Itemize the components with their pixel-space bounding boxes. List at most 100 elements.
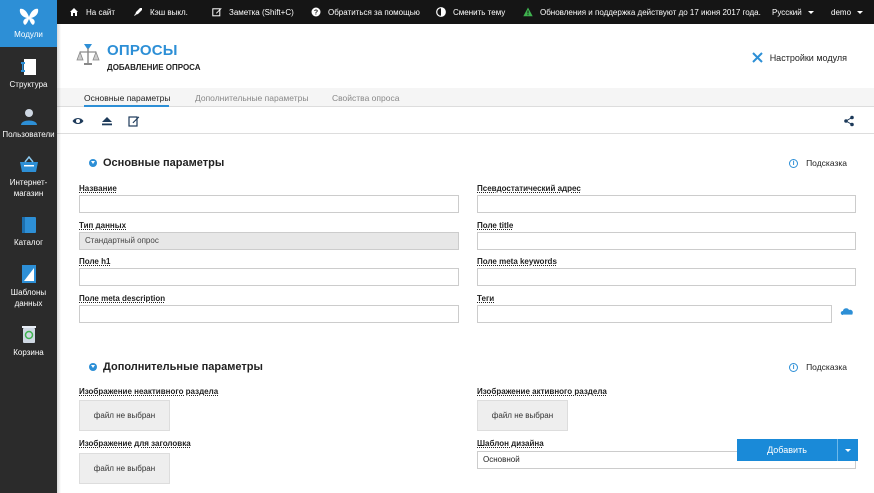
updates-notice[interactable]: Обновления и поддержка действуют до 17 и… [523, 0, 761, 24]
updates-label: Обновления и поддержка действуют до 17 и… [540, 7, 761, 17]
tab-additional-params[interactable]: Дополнительные параметры [195, 93, 308, 103]
top-bar: На сайт Кэш выкл. Заметка (Shift+C) ? Об… [0, 0, 874, 24]
tag-cloud-icon[interactable] [840, 307, 854, 317]
language-label: Русский [772, 7, 802, 17]
sidebar-item-label: Каталог [13, 238, 44, 247]
wrench-tools-icon [751, 52, 763, 63]
hint-label: Подсказка [806, 362, 847, 372]
add-button[interactable]: Добавить [737, 439, 837, 461]
tabs-bar: Основные параметры Дополнительные параме… [57, 88, 874, 107]
theme-icon [436, 7, 446, 17]
title-input[interactable] [477, 232, 856, 250]
sidebar-item-label: Шаблоны данных [10, 288, 47, 308]
sidebar-item-trash[interactable]: Корзина [0, 324, 57, 358]
data-templates-icon [21, 265, 36, 283]
sidebar-item-label: Интернет-магазин [9, 178, 48, 198]
sidebar-item-structure[interactable]: Структура [0, 58, 57, 90]
shop-basket-icon [19, 156, 38, 172]
collapse-chevron-icon [89, 363, 97, 371]
edit-icon[interactable] [128, 115, 140, 127]
language-selector[interactable]: Русский [772, 0, 814, 24]
sidebar-item-label: Модули [14, 30, 43, 39]
help-label: Обратиться за помощью [328, 7, 420, 17]
rocket-icon [134, 8, 142, 16]
sidebar-item-users[interactable]: Пользователи [0, 108, 57, 140]
h1-input[interactable] [79, 268, 459, 286]
sidebar-item-label: Структура [9, 80, 48, 89]
sidebar: Модули Структура Пользователи Интернет-м… [0, 0, 57, 493]
eject-publish-icon[interactable] [101, 115, 113, 127]
butterfly-icon [19, 8, 38, 25]
help-circle-icon: ? [311, 7, 321, 17]
view-eye-icon[interactable] [72, 115, 84, 127]
meta-description-input[interactable] [79, 305, 459, 323]
page-title: ОПРОСЫ [107, 42, 178, 59]
user-label: demo [831, 7, 852, 17]
meta-keywords-input[interactable] [477, 268, 856, 286]
sidebar-item-catalog[interactable]: Каталог [0, 216, 57, 248]
info-icon: i [789, 158, 799, 168]
h1-label: Поле h1 [79, 257, 111, 266]
hint-toggle[interactable]: i Подсказка [789, 362, 847, 372]
change-theme-label: Сменить тему [453, 7, 506, 17]
module-settings-link[interactable]: Настройки модуля [751, 52, 847, 63]
pseudo-address-input[interactable] [477, 195, 856, 213]
inactive-image-label: Изображение неактивного раздела [79, 387, 219, 396]
edit-note-icon [212, 8, 222, 17]
tags-label: Теги [477, 294, 495, 303]
page-subtitle: ДОБАВЛЕНИЕ ОПРОСА [107, 63, 201, 72]
tags-input[interactable] [477, 305, 832, 323]
chevron-down-icon [857, 10, 864, 14]
sidebar-item-label: Корзина [13, 348, 44, 357]
meta-description-label: Поле meta description [79, 294, 166, 303]
add-button-group: Добавить [737, 439, 858, 461]
hint-toggle[interactable]: i Подсказка [789, 158, 847, 168]
sidebar-item-data-templates[interactable]: Шаблоны данных [0, 264, 57, 309]
help-link[interactable]: ? Обратиться за помощью [311, 0, 420, 24]
change-theme-button[interactable]: Сменить тему [436, 0, 505, 24]
chevron-down-icon [807, 10, 814, 14]
cache-label: Кэш выкл. [150, 7, 188, 17]
sidebar-item-label: Пользователи [2, 130, 55, 139]
header-image-file-button[interactable]: файл не выбран [79, 453, 170, 484]
tab-poll-properties[interactable]: Свойства опроса [332, 93, 399, 103]
chevron-down-icon [845, 449, 851, 452]
name-input[interactable] [79, 195, 459, 213]
section-title: Дополнительные параметры [103, 361, 263, 373]
data-type-field: Стандартный опрос [79, 232, 459, 250]
design-template-label: Шаблон дизайна [477, 439, 544, 448]
section-title: Основные параметры [103, 157, 225, 169]
note-label: Заметка (Shift+C) [229, 7, 294, 17]
info-icon: i [789, 362, 799, 372]
title-field-label: Поле title [477, 221, 514, 230]
section-main-params-header[interactable]: Основные параметры [89, 157, 224, 169]
catalog-book-icon [21, 217, 36, 233]
cache-toggle[interactable]: Кэш выкл. [133, 0, 188, 24]
pseudo-address-label: Псевдостатический адрес [477, 184, 581, 193]
inactive-image-file-button[interactable]: файл не выбран [79, 400, 170, 431]
active-image-file-button[interactable]: файл не выбран [477, 400, 568, 431]
go-to-site-label: На сайт [86, 7, 116, 17]
note-button[interactable]: Заметка (Shift+C) [212, 0, 294, 24]
share-icon[interactable] [843, 115, 855, 127]
section-additional-params-header[interactable]: Дополнительные параметры [89, 361, 263, 373]
user-menu[interactable]: demo [831, 0, 864, 24]
tab-main-params[interactable]: Основные параметры [84, 93, 171, 103]
warning-triangle-icon [523, 7, 533, 17]
svg-text:?: ? [314, 10, 318, 17]
collapse-chevron-icon [89, 159, 97, 167]
go-to-site-link[interactable]: На сайт [69, 0, 115, 24]
hint-label: Подсказка [806, 158, 847, 168]
users-icon [20, 109, 37, 125]
toolbar [57, 107, 874, 134]
add-options-dropdown[interactable] [837, 439, 858, 461]
structure-icon [20, 59, 36, 75]
sidebar-item-modules[interactable]: Модули [0, 8, 57, 40]
data-type-label: Тип данных [79, 221, 127, 230]
meta-keywords-label: Поле meta keywords [477, 257, 557, 266]
sidebar-shadow [57, 24, 61, 493]
poll-scales-icon [76, 44, 100, 65]
sidebar-item-shop[interactable]: Интернет-магазин [0, 156, 57, 199]
header-image-label: Изображение для заголовка [79, 439, 191, 448]
name-label: Название [79, 184, 117, 193]
